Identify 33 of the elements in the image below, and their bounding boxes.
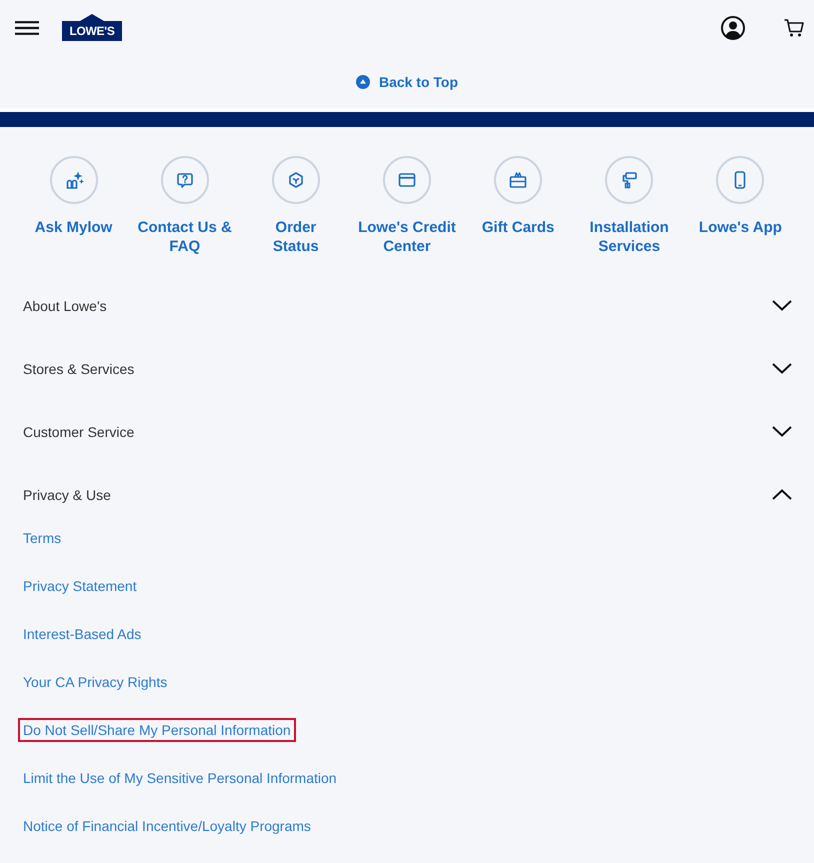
gift-box-icon: [494, 156, 542, 204]
account-button[interactable]: [721, 16, 745, 40]
footer-link[interactable]: Notice of Financial Incentive/Loyalty Programs: [18, 814, 316, 838]
quick-link[interactable]: Gift Cards: [482, 156, 554, 256]
question-bubble-icon: [160, 156, 209, 204]
cart-icon: [784, 18, 804, 36]
credit-card-icon: [382, 156, 431, 204]
up-arrow-circle-icon: [356, 74, 370, 88]
quick-link[interactable]: Installation Services: [590, 156, 669, 256]
footer-link[interactable]: Privacy Statement: [18, 574, 142, 598]
account-icon: [721, 16, 745, 40]
box-icon: [272, 156, 320, 204]
quick-link[interactable]: Ask Mylow: [34, 156, 112, 256]
quick-link[interactable]: Contact Us & FAQ: [138, 156, 232, 256]
accordion-header[interactable]: Privacy & Use: [0, 463, 814, 526]
accordion-header[interactable]: Customer Service: [0, 400, 814, 463]
sparkle-figures-icon: [50, 156, 98, 204]
footer-link[interactable]: Terms: [18, 526, 66, 550]
menu-icon: [15, 20, 39, 34]
logo[interactable]: LOWE'S: [62, 14, 122, 41]
quick-link[interactable]: Lowe's App: [698, 156, 782, 256]
phone-icon: [716, 156, 764, 204]
cart-button[interactable]: [784, 18, 804, 36]
back-to-top-link[interactable]: Back to Top: [356, 72, 458, 90]
quick-link[interactable]: Lowe's Credit Center: [358, 156, 456, 256]
accordion-header[interactable]: Stores & Services: [0, 337, 814, 400]
accordion-header[interactable]: About Lowe's: [0, 274, 814, 337]
footer-link[interactable]: Limit the Use of My Sensitive Personal Information: [18, 766, 342, 790]
footer-link[interactable]: Your CA Privacy Rights: [18, 670, 172, 694]
footer-link[interactable]: Do Not Sell/Share My Personal Information: [18, 718, 296, 742]
footer-link[interactable]: Interest-Based Ads: [18, 622, 146, 646]
paint-roller-icon: [605, 156, 654, 204]
quick-link[interactable]: Order Status: [272, 156, 320, 256]
